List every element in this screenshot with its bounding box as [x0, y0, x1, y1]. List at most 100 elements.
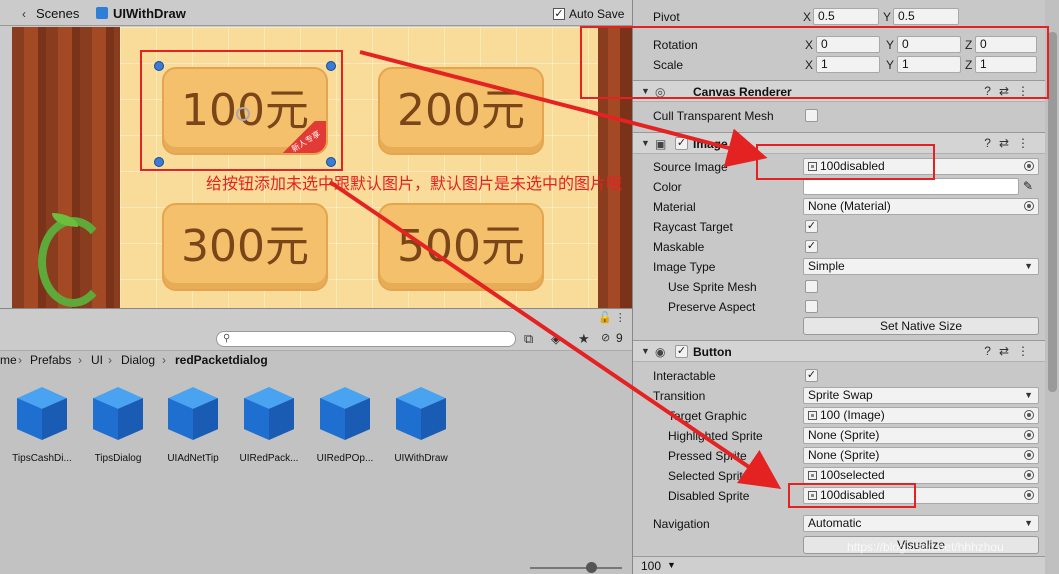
pivot-row: Pivot X 0.5 Y 0.5 [633, 7, 1045, 27]
price-button-500[interactable]: 500元 [378, 203, 544, 291]
dropdown-arrow-icon[interactable]: ▼ [667, 560, 676, 570]
pivot-y-field[interactable]: 0.5 [893, 8, 959, 25]
icon-size-slider[interactable] [530, 562, 622, 573]
prefab-cube-icon [318, 387, 372, 443]
button-component-icon: ◉ [655, 345, 666, 359]
scenes-tab[interactable]: Scenes [36, 6, 79, 21]
raycast-row: Raycast Target ✓ [633, 217, 1045, 237]
component-title: Image [693, 137, 728, 151]
annotation-box-button [140, 50, 343, 171]
object-picker-icon[interactable] [1024, 161, 1034, 171]
scenes-back-icon[interactable]: ‹ [22, 7, 26, 21]
inspector-footer: 100 ▼ [633, 556, 1045, 574]
asset-label: TipsDialog [94, 453, 142, 464]
prefab-cube-icon [91, 387, 145, 443]
component-title: Button [693, 345, 732, 359]
price-button-200[interactable]: 200元 [378, 67, 544, 155]
annotation-box-disabled-sprite [788, 483, 916, 508]
highlighted-label: Highlighted Sprite [668, 429, 763, 443]
image-type-dropdown[interactable]: Simple ▼ [803, 258, 1039, 275]
auto-save-checkbox[interactable]: ✓ [553, 8, 565, 20]
prefab-tab[interactable]: UIWithDraw [113, 6, 186, 21]
set-native-size-button[interactable]: Set Native Size [803, 317, 1039, 335]
breadcrumb-item[interactable]: UI [91, 353, 103, 367]
object-picker-icon[interactable] [1024, 470, 1034, 480]
use-sprite-mesh-checkbox[interactable] [805, 280, 818, 293]
prefab-cube-icon [166, 387, 220, 443]
image-type-row: Image Type Simple ▼ [633, 257, 1045, 277]
object-picker-icon[interactable] [1024, 201, 1034, 211]
breadcrumb-item[interactable]: Prefabs [30, 353, 71, 367]
object-picker-icon[interactable] [1024, 430, 1034, 440]
fold-arrow-icon[interactable]: ▼ [641, 346, 650, 356]
object-picker-icon[interactable] [1024, 450, 1034, 460]
color-label: Color [653, 180, 682, 194]
auto-save-label: Auto Save [569, 7, 625, 21]
breadcrumb-item-current[interactable]: redPacketdialog [175, 353, 268, 367]
image-enabled-checkbox[interactable]: ✓ [675, 137, 688, 150]
slider-knob[interactable] [586, 562, 597, 573]
breadcrumb-item[interactable]: Dialog [121, 353, 155, 367]
prefab-cube-icon [394, 387, 448, 443]
navigation-dropdown[interactable]: Automatic ▼ [803, 515, 1039, 532]
preserve-aspect-checkbox[interactable] [805, 300, 818, 313]
asset-item[interactable]: TipsDialog [80, 387, 156, 477]
raycast-checkbox[interactable]: ✓ [805, 220, 818, 233]
asset-label: UIRedPack... [239, 453, 299, 464]
hidden-eye-icon[interactable]: ⊘ [601, 331, 610, 344]
breadcrumb: me › Prefabs › UI › Dialog › redPacketdi… [0, 353, 268, 367]
lock-icon[interactable]: 🔓 ⋮ [598, 311, 626, 324]
scrollbar-thumb[interactable] [1048, 32, 1057, 392]
raycast-label: Raycast Target [653, 220, 733, 234]
maskable-row: Maskable ✓ [633, 237, 1045, 257]
pivot-label: Pivot [653, 10, 680, 24]
asset-item[interactable]: UIWithDraw [383, 387, 459, 477]
interactable-checkbox[interactable]: ✓ [805, 369, 818, 382]
cull-label: Cull Transparent Mesh [653, 109, 774, 123]
pressed-sprite-field[interactable]: None (Sprite) [803, 447, 1039, 464]
button-enabled-checkbox[interactable]: ✓ [675, 345, 688, 358]
eyedropper-icon[interactable]: ✎ [1023, 179, 1033, 193]
button-header[interactable]: ▼ ◉ ✓ Button ?⇄⋮ [633, 340, 1045, 362]
breadcrumb-item[interactable]: me [0, 353, 17, 367]
disabled-label: Disabled Sprite [668, 489, 750, 503]
target-graphic-row: Target Graphic 100 (Image) [633, 406, 1045, 426]
interactable-label: Interactable [653, 369, 716, 383]
pressed-row: Pressed Sprite None (Sprite) [633, 446, 1045, 466]
component-menu-icons[interactable]: ?⇄⋮ [984, 344, 1037, 358]
annotation-box-transform [580, 26, 1049, 99]
color-swatch[interactable] [803, 178, 1019, 195]
asset-item[interactable]: TipsCashDi... [4, 387, 80, 477]
favorite-star-icon[interactable]: ★ [578, 331, 590, 347]
project-panel: 🔓 ⋮ ⚲ ⧉ ◈ ★ ⊘ 9 me › Prefabs › UI › Dial… [0, 308, 632, 574]
selected-sprite-field[interactable]: 100selected [803, 467, 1039, 484]
label-filter-icon[interactable]: ◈ [551, 331, 561, 347]
target-graphic-field[interactable]: 100 (Image) [803, 407, 1039, 424]
object-picker-icon[interactable] [1024, 410, 1034, 420]
highlighted-sprite-field[interactable]: None (Sprite) [803, 427, 1039, 444]
maskable-checkbox[interactable]: ✓ [805, 240, 818, 253]
zoom-value[interactable]: 100 [641, 559, 661, 573]
asset-item[interactable]: UIRedPack... [231, 387, 307, 477]
pivot-x-field[interactable]: 0.5 [813, 8, 879, 25]
create-filter-icon[interactable]: ⧉ [524, 331, 533, 347]
price-label: 500元 [397, 221, 525, 272]
cull-checkbox[interactable] [805, 109, 818, 122]
watermark: https://blog.csdn.net/hhhzhou [847, 540, 1004, 554]
material-field[interactable]: None (Material) [803, 198, 1039, 215]
target-graphic-label: Target Graphic [668, 409, 747, 423]
asset-label: UIAdNetTip [167, 453, 219, 464]
fold-arrow-icon[interactable]: ▼ [641, 138, 650, 148]
asset-label: TipsCashDi... [12, 453, 72, 464]
object-picker-icon[interactable] [1024, 490, 1034, 500]
transition-dropdown[interactable]: Sprite Swap ▼ [803, 387, 1039, 404]
project-toolbar: 🔓 ⋮ ⚲ ⧉ ◈ ★ ⊘ 9 [0, 309, 632, 351]
component-menu-icons[interactable]: ?⇄⋮ [984, 136, 1037, 150]
price-button-300[interactable]: 300元 [162, 203, 328, 291]
asset-item[interactable]: UIAdNetTip [155, 387, 231, 477]
selected-label: Selected Sprite [668, 469, 750, 483]
highlighted-row: Highlighted Sprite None (Sprite) [633, 426, 1045, 446]
project-search-input[interactable]: ⚲ [216, 331, 516, 347]
asset-item[interactable]: UIRedPOp... [307, 387, 383, 477]
cull-row: Cull Transparent Mesh [633, 106, 1045, 126]
